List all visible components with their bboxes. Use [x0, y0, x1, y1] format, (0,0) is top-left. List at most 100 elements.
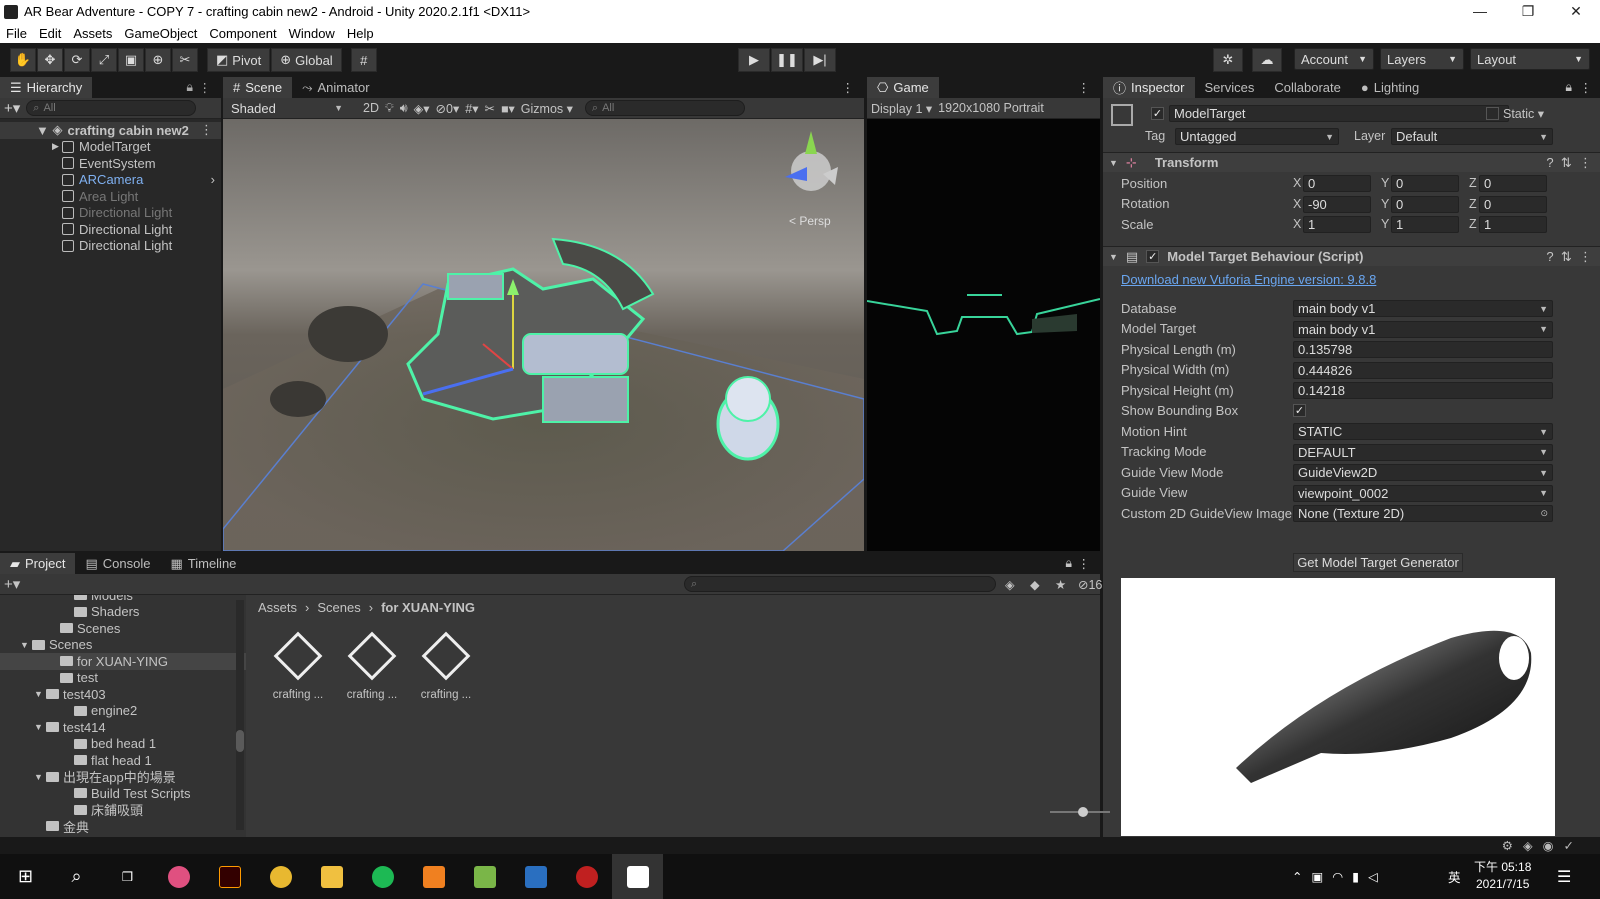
project-folder-item[interactable]: Scenes [0, 620, 246, 637]
transform-x-field[interactable]: 1 [1303, 216, 1371, 233]
hierarchy-search[interactable]: ⌕ All [26, 100, 197, 116]
tab-game[interactable]: ⎔ Game [867, 77, 939, 98]
task-view-button[interactable]: ❒ [102, 854, 153, 899]
static-dropdown[interactable]: Static ▾ [1503, 106, 1544, 121]
close-button[interactable]: ✕ [1552, 0, 1600, 23]
hierarchy-item[interactable]: Area Light [0, 188, 221, 205]
scene-root[interactable]: ▼ ◈ crafting cabin new2 ⋮ [0, 122, 221, 139]
scene-search[interactable]: ⌕ All [584, 100, 745, 116]
layer-dropdown[interactable]: Default ▼ [1391, 128, 1553, 145]
tab-inspector[interactable]: ⓘ Inspector [1103, 77, 1195, 98]
pause-button[interactable]: ❚❚ [771, 48, 803, 72]
taskbar-app[interactable] [561, 854, 612, 899]
project-folder-item[interactable]: ▼ test403 [0, 686, 246, 703]
component-menu-icons[interactable]: ? ⇅ ⋮ [1546, 249, 1592, 265]
project-folder-item[interactable]: ▼ test414 [0, 719, 246, 736]
taskbar-explorer[interactable] [306, 854, 357, 899]
menu-assets[interactable]: Assets [67, 26, 118, 41]
tab-collaborate[interactable]: Collaborate [1264, 77, 1351, 98]
menu-gameobject[interactable]: GameObject [118, 26, 203, 41]
audio-toggle-icon[interactable]: 🔊︎ [400, 101, 408, 116]
property-dropdown[interactable]: main body v1 ▼ [1293, 320, 1553, 338]
project-folder-item[interactable]: ▼ 出現在app中的場景 [0, 769, 246, 785]
property-field[interactable]: None (Texture 2D) ⊙ [1293, 505, 1553, 522]
transform-y-field[interactable]: 1 [1391, 216, 1459, 233]
transform-y-field[interactable]: 0 [1391, 195, 1459, 213]
active-checkbox[interactable]: ✓ [1151, 107, 1164, 120]
effects-toggle-icon[interactable]: ◈▾ [414, 101, 430, 116]
step-button[interactable]: ▶| [804, 48, 836, 72]
transform-header[interactable]: ▼ ⊹ Transform ? ⇅ ⋮ [1103, 152, 1600, 172]
hierarchy-item[interactable]: EventSystem [0, 155, 221, 172]
project-folder-item[interactable]: Build Test Scripts [0, 785, 246, 802]
play-button[interactable]: ▶ [738, 48, 770, 72]
project-folder-item[interactable]: 金典 [0, 818, 246, 835]
filter-label-icon[interactable]: ◆ [1030, 577, 1040, 592]
project-folder-item[interactable]: engine2 [0, 703, 246, 720]
rotate-tool-icon[interactable]: ⟳ [64, 48, 90, 72]
tab-hierarchy[interactable]: ☰ Hierarchy [0, 77, 93, 98]
move-tool-icon[interactable]: ✥ [37, 48, 63, 72]
transform-y-field[interactable]: 0 [1391, 175, 1459, 192]
taskbar-app[interactable] [153, 854, 204, 899]
hierarchy-item[interactable]: Directional Light [0, 205, 221, 222]
tab-scene[interactable]: # Scene [223, 77, 293, 98]
menu-help[interactable]: Help [341, 26, 380, 41]
project-folder-item[interactable]: Models [0, 595, 246, 604]
property-dropdown[interactable]: viewpoint_0002 ▼ [1293, 484, 1553, 502]
tree-scrollbar[interactable] [236, 600, 244, 830]
clock[interactable]: 下午 05:18 2021/7/15 [1474, 859, 1531, 893]
gizmos-dropdown[interactable]: Gizmos ▾ [521, 101, 573, 116]
tab-animator[interactable]: ⤳ Animator [292, 77, 379, 98]
tab-timeline[interactable]: ▦ Timeline [160, 553, 246, 574]
property-field[interactable]: 0.444826 [1293, 361, 1553, 379]
tray-icons[interactable]: ⌃▣◠▮◁ [1292, 869, 1387, 884]
taskbar-chrome[interactable] [255, 854, 306, 899]
menu-component[interactable]: Component [203, 26, 282, 41]
start-button[interactable]: ⊞ [0, 854, 51, 899]
scale-tool-icon[interactable]: ⤢ [91, 48, 117, 72]
filter-type-icon[interactable]: ◈ [1005, 577, 1015, 592]
transform-x-field[interactable]: 0 [1303, 175, 1371, 192]
show-bounding-box-checkbox[interactable]: ✓ [1293, 403, 1306, 417]
property-dropdown[interactable]: STATIC ▼ [1293, 423, 1553, 440]
kebab-menu-icon[interactable]: ⋮ [1580, 80, 1593, 95]
taskbar-app[interactable] [408, 854, 459, 899]
menu-file[interactable]: File [0, 26, 33, 41]
camera-icon[interactable]: ■▾ [501, 101, 515, 116]
script-header[interactable]: ▼ ▤ ✓ Model Target Behaviour (Script) ? … [1103, 246, 1600, 266]
add-icon[interactable]: +▾ [4, 575, 20, 593]
property-dropdown[interactable]: GuideView2D ▼ [1293, 464, 1553, 481]
ime-indicator[interactable]: 英 [1448, 867, 1461, 886]
project-folder-item[interactable]: ▼ Scenes [0, 637, 246, 654]
transform-z-field[interactable]: 0 [1479, 175, 1547, 192]
icon-size-slider[interactable] [1050, 807, 1110, 817]
account-dropdown[interactable]: Account ▼ [1294, 48, 1374, 70]
taskbar-illustrator[interactable] [204, 854, 255, 899]
rect-tool-icon[interactable]: ▣ [118, 48, 144, 72]
kebab-menu-icon[interactable]: ⋮ [200, 122, 213, 138]
breadcrumb-scenes[interactable]: Scenes [317, 600, 360, 615]
transform-x-field[interactable]: -90 [1303, 195, 1371, 213]
get-model-target-generator-button[interactable]: Get Model Target Generator [1293, 553, 1463, 572]
script-enabled-checkbox[interactable]: ✓ [1146, 250, 1160, 263]
add-icon[interactable]: +▾ [4, 99, 20, 117]
tab-services[interactable]: Services [1195, 77, 1265, 98]
resolution-dropdown[interactable]: 1920x1080 Portrait [938, 101, 1044, 115]
search-taskbar-button[interactable]: ⌕ [51, 854, 102, 899]
project-folder-item[interactable]: for XUAN-YING [0, 653, 246, 670]
project-search[interactable]: ⌕ [684, 576, 996, 592]
pivot-toggle[interactable]: ◩ Pivot [207, 48, 271, 72]
static-checkbox[interactable] [1486, 107, 1499, 120]
hierarchy-item[interactable]: ARCamera › [0, 172, 221, 189]
custom-tool-icon[interactable]: ✂ [172, 48, 198, 72]
kebab-menu-icon[interactable]: ⋮ [199, 80, 212, 95]
layout-dropdown[interactable]: Layout ▼ [1470, 48, 1590, 70]
status-icons[interactable]: ⚙◈◉✓ [1502, 838, 1584, 853]
hierarchy-item[interactable]: Directional Light [0, 238, 221, 255]
tab-lighting[interactable]: ● Lighting [1351, 77, 1429, 98]
transform-tool-icon[interactable]: ⊕ [145, 48, 171, 72]
scene-asset[interactable]: crafting ... [416, 631, 476, 701]
lock-icon[interactable]: 🔒︎ [186, 80, 193, 95]
vuforia-download-link[interactable]: Download new Vuforia Engine version: 9.8… [1121, 272, 1376, 287]
